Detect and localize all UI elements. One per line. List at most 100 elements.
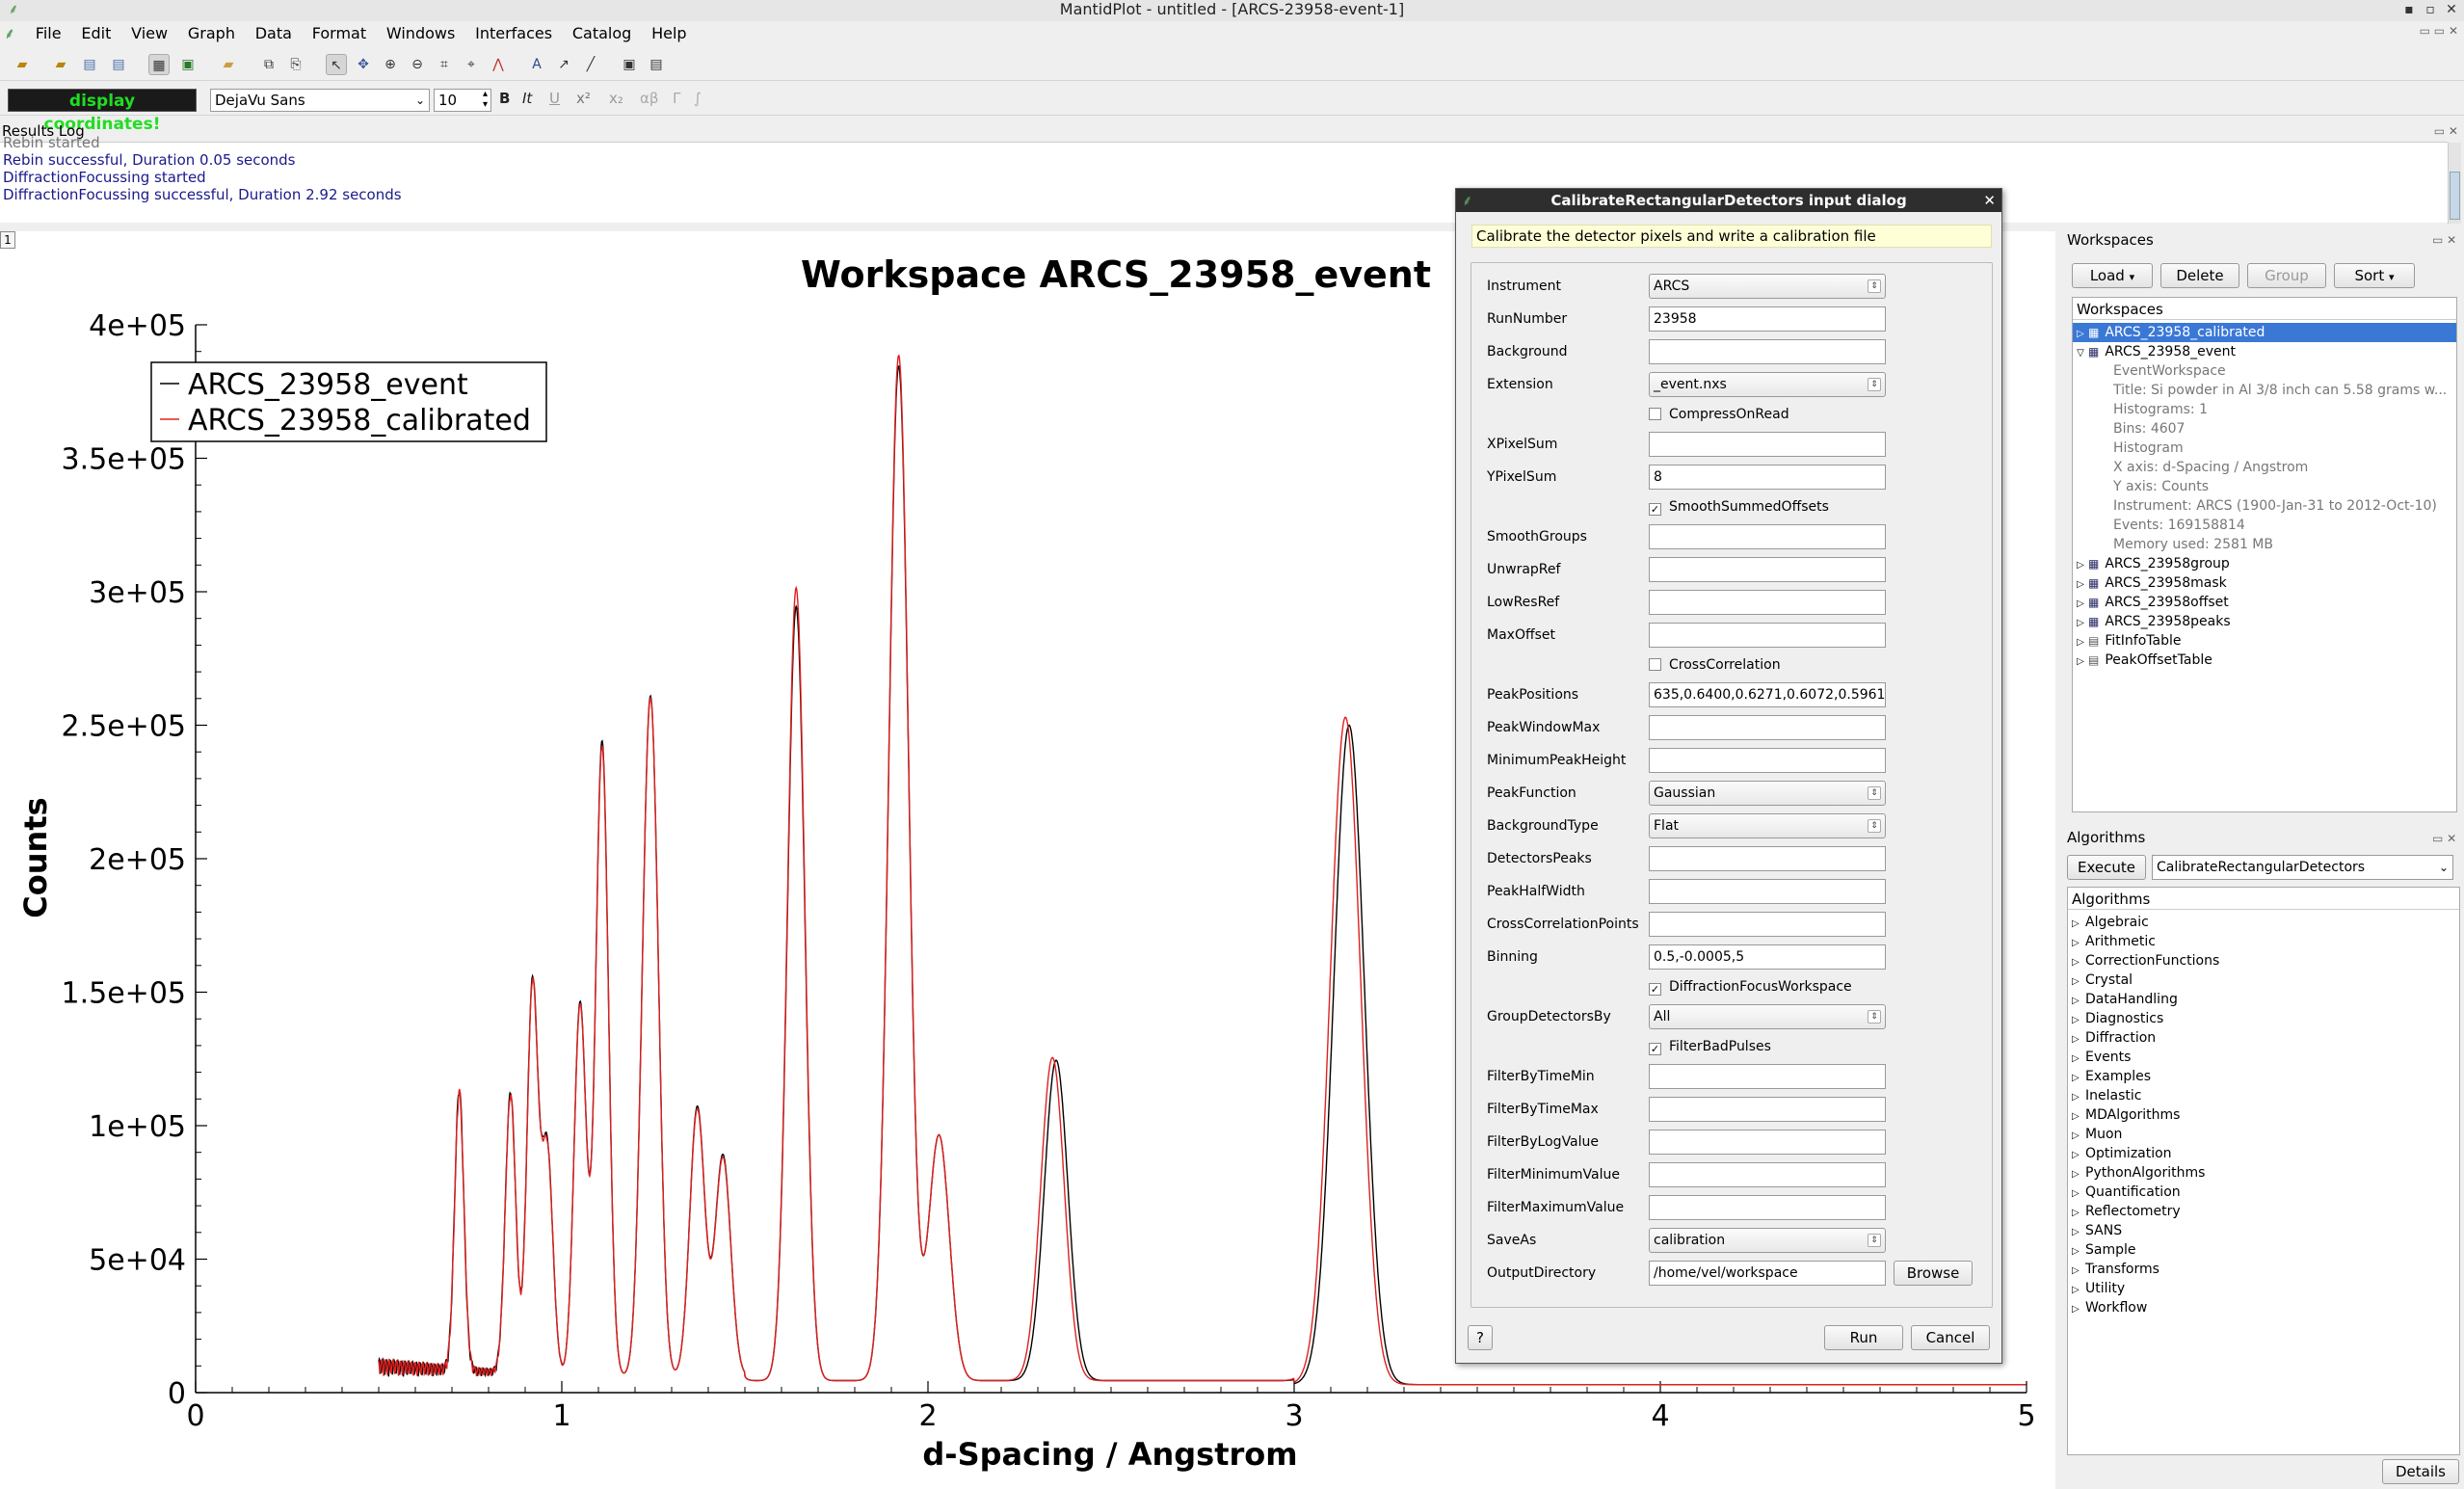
checkmark-icon[interactable]: ✓ xyxy=(1649,503,1661,516)
algorithm-category[interactable]: ▷ Algebraic xyxy=(2072,913,2149,932)
run-button[interactable]: Run xyxy=(1824,1325,1903,1350)
dock-float-close-icon[interactable]: ▭ ✕ xyxy=(2432,233,2456,247)
group-button[interactable]: Group xyxy=(2247,263,2326,288)
menu-view[interactable]: View xyxy=(123,21,175,46)
output-directory-input[interactable]: /home/vel/workspace xyxy=(1649,1261,1886,1286)
close-icon[interactable]: ✕ xyxy=(2442,0,2461,19)
copy-icon[interactable]: ⧉ xyxy=(258,54,279,75)
menu-format[interactable]: Format xyxy=(305,21,374,46)
minimize-icon[interactable]: ▪ xyxy=(2399,0,2419,19)
peak-window-max-input[interactable] xyxy=(1649,715,1886,740)
menu-graph[interactable]: Graph xyxy=(180,21,243,46)
menu-catalog[interactable]: Catalog xyxy=(565,21,639,46)
binning-input[interactable]: 0.5,-0.0005,5 xyxy=(1649,944,1886,970)
mdi-window-controls-icon[interactable]: ▭ ▭ ✕ xyxy=(2420,24,2458,38)
filter-by-log-value-input[interactable] xyxy=(1649,1130,1886,1155)
checkbox-unchecked[interactable] xyxy=(1649,408,1661,420)
workspace-item[interactable]: ▷ ▦ ARCS_23958group xyxy=(2073,554,2230,573)
add-image-icon[interactable]: ▣ xyxy=(619,54,640,75)
expand-arrow-icon[interactable]: ▷ xyxy=(2072,1088,2085,1107)
pointer-icon[interactable]: ↖ xyxy=(326,54,347,75)
menu-data[interactable]: Data xyxy=(248,21,300,46)
expand-arrow-icon[interactable]: ▷ xyxy=(2072,1223,2085,1242)
expand-arrow-icon[interactable]: ▷ xyxy=(2072,972,2085,992)
table-icon[interactable]: ▦ xyxy=(148,54,170,75)
peak-half-width-input[interactable] xyxy=(1649,879,1886,904)
background-type-select[interactable]: Flat ⇕ xyxy=(1649,813,1886,838)
sort-button[interactable]: Sort ▾ xyxy=(2334,263,2415,288)
expand-arrow-icon[interactable]: ▷ xyxy=(2072,934,2085,953)
algorithm-category[interactable]: ▷ PythonAlgorithms xyxy=(2072,1163,2205,1183)
group-detectors-by-select[interactable]: All ⇕ xyxy=(1649,1004,1886,1029)
algorithm-category[interactable]: ▷ Diffraction xyxy=(2072,1028,2156,1048)
run-number-input[interactable]: 23958 xyxy=(1649,306,1886,332)
algorithm-category[interactable]: ▷ Reflectometry xyxy=(2072,1202,2181,1221)
expand-arrow-icon[interactable]: ▷ xyxy=(2072,1030,2085,1050)
workspace-item[interactable]: ▽ ▦ ARCS_23958_event xyxy=(2073,342,2236,361)
expand-arrow-icon[interactable]: ▷ xyxy=(2072,1300,2085,1319)
extension-select[interactable]: _event.nxs ⇕ xyxy=(1649,372,1886,397)
close-icon[interactable]: ✕ xyxy=(1983,189,1996,212)
detectors-peaks-input[interactable] xyxy=(1649,846,1886,871)
paste-icon[interactable]: ⎘ xyxy=(285,54,306,75)
algorithm-category[interactable]: ▷ MDAlgorithms xyxy=(2072,1105,2180,1125)
bold-button[interactable]: B xyxy=(499,90,510,107)
unwrap-ref-input[interactable] xyxy=(1649,557,1886,582)
log-scrollbar[interactable] xyxy=(2448,143,2461,224)
algorithm-category[interactable]: ▷ Workflow xyxy=(2072,1298,2147,1317)
expand-arrow-icon[interactable]: ▷ xyxy=(2073,633,2088,652)
expand-arrow-icon[interactable]: ▷ xyxy=(2072,1011,2085,1030)
greek-upper-button[interactable]: Γ xyxy=(673,90,680,107)
legend[interactable]: ARCS_23958_event ARCS_23958_calibrated xyxy=(150,361,547,442)
data-reader-icon[interactable]: ⌖ xyxy=(461,54,482,75)
filter-minimum-value-input[interactable] xyxy=(1649,1162,1886,1187)
algorithm-category[interactable]: ▷ CorrectionFunctions xyxy=(2072,951,2219,971)
algorithm-category[interactable]: ▷ Utility xyxy=(2072,1279,2125,1298)
cancel-button[interactable]: Cancel xyxy=(1911,1325,1990,1350)
checkmark-icon[interactable]: ✓ xyxy=(1649,1043,1661,1055)
zoom-fit-icon[interactable]: ⌗ xyxy=(434,54,455,75)
algorithm-category[interactable]: ▷ DataHandling xyxy=(2072,990,2178,1009)
expand-arrow-icon[interactable]: ▷ xyxy=(2073,556,2088,575)
load-button[interactable]: Load ▾ xyxy=(2072,263,2153,288)
algorithm-category[interactable]: ▷ Events xyxy=(2072,1048,2131,1067)
peak-fit-icon[interactable]: ⋀ xyxy=(488,54,509,75)
expand-arrow-icon[interactable]: ▷ xyxy=(2072,1184,2085,1204)
smooth-groups-input[interactable] xyxy=(1649,524,1886,549)
expand-arrow-icon[interactable]: ▷ xyxy=(2073,614,2088,633)
menu-windows[interactable]: Windows xyxy=(379,21,463,46)
xpixelsum-input[interactable] xyxy=(1649,432,1886,457)
integral-button[interactable]: ∫ xyxy=(694,90,702,107)
workspace-item[interactable]: ▷ ▦ ARCS_23958mask xyxy=(2073,573,2227,593)
expand-arrow-icon[interactable]: ▷ xyxy=(2072,1165,2085,1184)
collapse-arrow-icon[interactable]: ▽ xyxy=(2073,344,2088,363)
delete-button[interactable]: Delete xyxy=(2160,263,2239,288)
open-project-icon[interactable]: ▰ xyxy=(12,54,33,75)
algorithm-category[interactable]: ▷ SANS xyxy=(2072,1221,2122,1240)
superscript-button[interactable]: x² xyxy=(576,90,591,107)
workspace-item[interactable]: ▷ ▦ ARCS_23958offset xyxy=(2073,593,2229,612)
add-text-icon[interactable]: A xyxy=(526,54,547,75)
cross-correlation-checkbox[interactable]: CrossCorrelation xyxy=(1649,655,1781,675)
matrix-icon[interactable]: ▣ xyxy=(177,54,199,75)
expand-arrow-icon[interactable]: ▷ xyxy=(2072,1146,2085,1165)
algorithm-category[interactable]: ▷ Optimization xyxy=(2072,1144,2172,1163)
workspace-item[interactable]: ▷ ▤ FitInfoTable xyxy=(2073,631,2181,651)
algorithm-category[interactable]: ▷ Inelastic xyxy=(2072,1086,2141,1105)
save-icon[interactable]: ▤ xyxy=(79,54,100,75)
algorithm-category[interactable]: ▷ Arithmetic xyxy=(2072,932,2156,951)
expand-arrow-icon[interactable]: ▷ xyxy=(2072,1281,2085,1300)
instrument-select[interactable]: ARCS ⇕ xyxy=(1649,274,1886,299)
smooth-summed-offsets-checkbox[interactable]: ✓ SmoothSummedOffsets xyxy=(1649,497,1829,517)
background-input[interactable] xyxy=(1649,339,1886,364)
filter-by-time-max-input[interactable] xyxy=(1649,1097,1886,1122)
expand-arrow-icon[interactable]: ▷ xyxy=(2072,953,2085,972)
font-size-spinner[interactable]: 10 ▴ ▾ xyxy=(434,89,491,112)
details-button[interactable]: Details xyxy=(2382,1459,2459,1484)
expand-arrow-icon[interactable]: ▷ xyxy=(2072,1204,2085,1223)
zoom-in-icon[interactable]: ⊕ xyxy=(380,54,401,75)
font-family-select[interactable]: DejaVu Sans ⌄ xyxy=(210,89,430,112)
max-offset-input[interactable] xyxy=(1649,623,1886,648)
menu-interfaces[interactable]: Interfaces xyxy=(467,21,560,46)
greek-lower-button[interactable]: αβ xyxy=(640,90,658,107)
